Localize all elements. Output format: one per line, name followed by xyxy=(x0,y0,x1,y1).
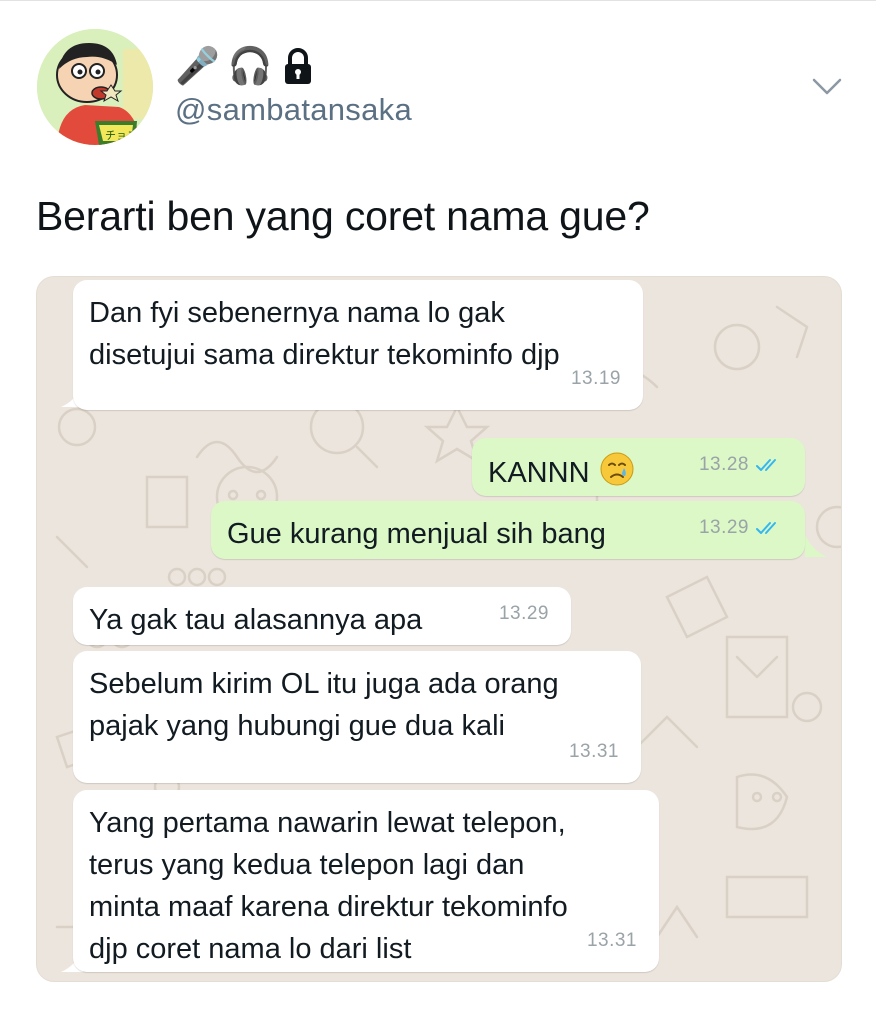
crying-face-icon xyxy=(600,452,634,486)
message-bubble-incoming[interactable]: Yang pertama nawarin lewat telepon, teru… xyxy=(73,790,659,972)
avatar-illustration: チョコ xyxy=(37,29,153,145)
microphone-icon: 🎤 xyxy=(175,46,220,87)
message-time-text: 13.29 xyxy=(498,603,549,624)
message-text: Yang pertama nawarin lewat telepon, teru… xyxy=(89,807,568,965)
chevron-down-icon[interactable] xyxy=(810,74,844,98)
message-text: Ya gak tau alasannya apa xyxy=(89,604,423,636)
message-time-text: 13.31 xyxy=(568,741,619,762)
message-text: Sebelum kirim OL itu juga ada orang paja… xyxy=(89,668,559,742)
message-bubble-incoming[interactable]: Ya gak tau alasannya apa 13.29 xyxy=(73,587,571,645)
message-text: Dan fyi sebenernya nama lo gak disetujui… xyxy=(89,297,560,371)
tweet-image-chat-screenshot[interactable]: Dan fyi sebenernya nama lo gak disetujui… xyxy=(36,276,842,982)
message-text-content: KANNN xyxy=(488,457,590,489)
message-time: 13.29 xyxy=(699,507,783,549)
message-time: 13.29 xyxy=(499,593,549,635)
message-time-text: 13.29 xyxy=(698,517,749,538)
top-divider xyxy=(0,0,876,1)
message-time: 13.28 xyxy=(699,444,783,486)
double-check-icon xyxy=(756,459,776,471)
lock-icon xyxy=(284,48,311,84)
message-time: 13.31 xyxy=(587,920,637,962)
bubble-tail xyxy=(805,535,827,557)
message-time-text: 13.31 xyxy=(586,930,637,951)
message-bubble-incoming[interactable]: Sebelum kirim OL itu juga ada orang paja… xyxy=(73,651,641,783)
svg-text:チョコ: チョコ xyxy=(105,129,138,142)
user-handle[interactable]: @sambatansaka xyxy=(175,92,412,128)
display-name[interactable]: 🎤 🎧 xyxy=(175,44,315,90)
message-bubble-incoming[interactable]: Dan fyi sebenernya nama lo gak disetujui… xyxy=(73,280,643,410)
message-bubble-outgoing[interactable]: Gue kurang menjual sih bang 13.29 xyxy=(211,501,805,559)
message-time: 13.19 xyxy=(571,358,621,400)
double-check-icon xyxy=(756,522,776,534)
profile-avatar[interactable]: チョコ xyxy=(37,29,153,145)
message-time-text: 13.19 xyxy=(570,368,621,389)
headphones-icon: 🎧 xyxy=(227,46,273,87)
message-time: 13.31 xyxy=(569,731,619,773)
message-time-text: 13.28 xyxy=(698,454,749,475)
message-bubble-outgoing[interactable]: KANNN 13.28 xyxy=(472,438,805,496)
tweet-text: Berarti ben yang coret nama gue? xyxy=(36,193,650,239)
